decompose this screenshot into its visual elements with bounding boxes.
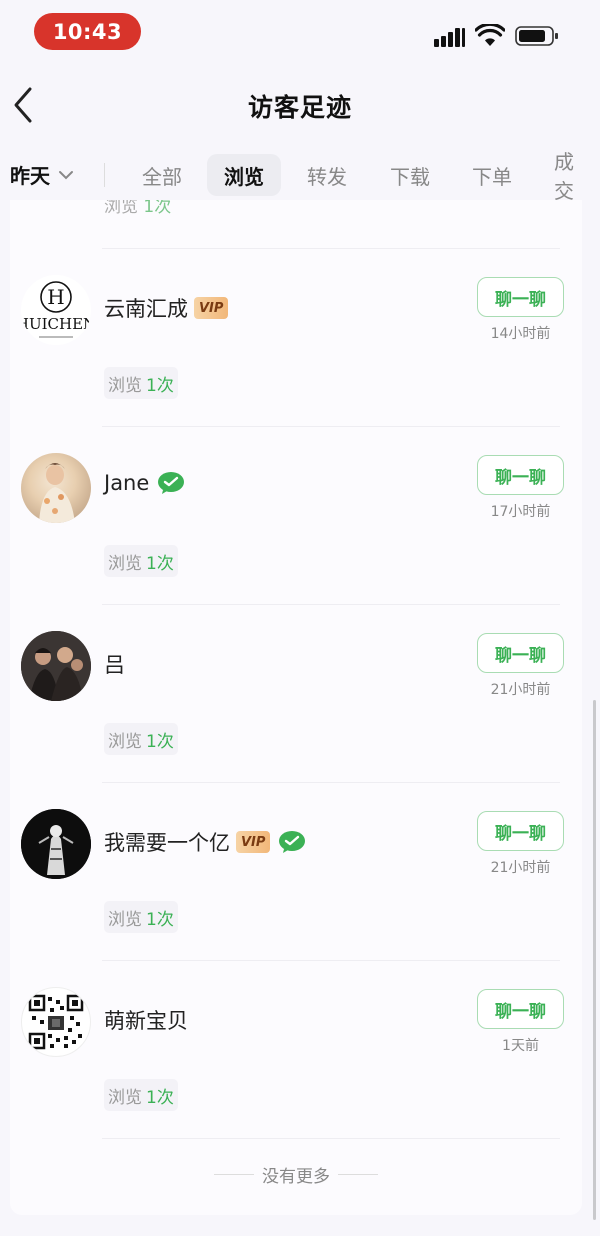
- chat-button[interactable]: 聊一聊: [477, 989, 564, 1029]
- views-badge: 浏览 1次: [104, 723, 178, 755]
- svg-text:HUICHEN: HUICHEN: [21, 315, 91, 333]
- chat-button[interactable]: 聊一聊: [477, 811, 564, 851]
- visit-time: 17小时前: [490, 504, 551, 520]
- list-item[interactable]: 吕 聊一聊 21小时前 浏览 1次: [10, 605, 582, 783]
- wifi-icon: [475, 24, 505, 46]
- date-filter-label: 昨天: [10, 164, 50, 188]
- tab-all[interactable]: 全部: [125, 154, 199, 196]
- tab-label: 成交: [554, 150, 574, 203]
- avatar: H HUICHEN: [21, 275, 91, 345]
- visit-time: 14小时前: [490, 326, 551, 342]
- visit-time: 21小时前: [490, 682, 551, 698]
- tab-deal[interactable]: 成交: [537, 150, 600, 203]
- views-label: 浏览: [108, 731, 142, 752]
- views-label: 浏览: [108, 1087, 142, 1108]
- views-badge: 浏览 1次: [104, 545, 178, 577]
- date-filter-dropdown[interactable]: 昨天: [10, 160, 74, 189]
- views-count: 1次: [146, 909, 174, 930]
- tab-label: 全部: [142, 164, 182, 189]
- signal-icon: [434, 27, 466, 47]
- visit-time: 21小时前: [490, 860, 551, 876]
- views-count: 1次: [146, 375, 174, 396]
- visitor-name: 云南汇成: [104, 297, 188, 321]
- avatar: [21, 631, 91, 701]
- divider: [214, 1174, 254, 1175]
- tab-label: 下单: [472, 164, 512, 189]
- visitor-name: 萌新宝贝: [104, 1009, 188, 1033]
- views-count: 1次: [146, 731, 174, 752]
- views-label: 浏览: [108, 375, 142, 396]
- tab-browse[interactable]: 浏览: [207, 154, 281, 196]
- user-photo-image: [21, 809, 91, 879]
- vip-badge: VIP: [194, 297, 229, 319]
- tab-order[interactable]: 下单: [455, 154, 529, 196]
- avatar: [21, 453, 91, 523]
- qr-code-image: [28, 994, 84, 1050]
- list-item[interactable]: 萌新宝贝 聊一聊 1天前 浏览 1次: [10, 961, 582, 1139]
- chat-button[interactable]: 聊一聊: [477, 633, 564, 673]
- visit-time: 1天前: [502, 1038, 539, 1054]
- tab-label: 浏览: [224, 164, 264, 189]
- chevron-down-icon: [59, 170, 73, 179]
- views-count: 1次: [143, 200, 172, 217]
- views-count: 1次: [146, 553, 174, 574]
- divider: [102, 1138, 560, 1139]
- wechat-icon: [157, 471, 185, 495]
- views-label: 浏览: [108, 553, 142, 574]
- list-item[interactable]: Jane 聊一聊 17小时前 浏览 1次: [10, 427, 582, 605]
- status-bar: 10:43: [0, 0, 600, 64]
- nav-bar: 访客足迹: [0, 70, 600, 144]
- tab-label: 下载: [390, 164, 430, 189]
- visitor-name: 我需要一个亿: [104, 831, 230, 855]
- scrollbar[interactable]: [593, 700, 596, 1220]
- views-badge: 浏览 1次: [104, 901, 178, 933]
- tab-forward[interactable]: 转发: [290, 154, 364, 196]
- svg-text:H: H: [47, 285, 64, 309]
- avatar: [21, 809, 91, 879]
- wechat-icon: [278, 830, 306, 854]
- no-more-indicator: 没有更多: [10, 1162, 582, 1187]
- visitor-name: Jane: [104, 471, 150, 495]
- filter-tabs: 昨天 全部 浏览 转发 下载 下单 成交: [0, 150, 600, 203]
- list-item[interactable]: 我需要一个亿 VIP 聊一聊 21小时前 浏览 1次: [10, 783, 582, 961]
- user-photo-image: [21, 631, 91, 701]
- divider: [104, 163, 105, 187]
- vip-badge: VIP: [236, 831, 271, 853]
- visitor-list: 浏览 1次 H HUICHEN 云南汇成 VIP 聊一聊 14小时前 浏览 1次: [10, 200, 582, 1215]
- list-item[interactable]: H HUICHEN 云南汇成 VIP 聊一聊 14小时前 浏览 1次: [10, 249, 582, 427]
- avatar: [21, 987, 91, 1057]
- user-photo-image: [39, 463, 75, 523]
- views-label: 浏览: [108, 909, 142, 930]
- company-logo-image: H HUICHEN: [21, 281, 91, 338]
- tab-label: 转发: [307, 164, 347, 189]
- status-time: 10:43: [34, 13, 141, 50]
- battery-icon: [515, 26, 558, 46]
- views-label: 浏览: [104, 200, 138, 217]
- views-badge: 浏览 1次: [104, 1079, 178, 1111]
- views-count: 1次: [146, 1087, 174, 1108]
- partial-views-badge: 浏览 1次: [104, 200, 171, 217]
- tab-download[interactable]: 下载: [373, 154, 447, 196]
- visitor-name: 吕: [104, 653, 125, 677]
- no-more-text: 没有更多: [262, 1167, 330, 1187]
- chat-button[interactable]: 聊一聊: [477, 277, 564, 317]
- divider: [338, 1174, 378, 1175]
- chat-button[interactable]: 聊一聊: [477, 455, 564, 495]
- views-badge: 浏览 1次: [104, 367, 178, 399]
- page-title: 访客足迹: [247, 93, 352, 122]
